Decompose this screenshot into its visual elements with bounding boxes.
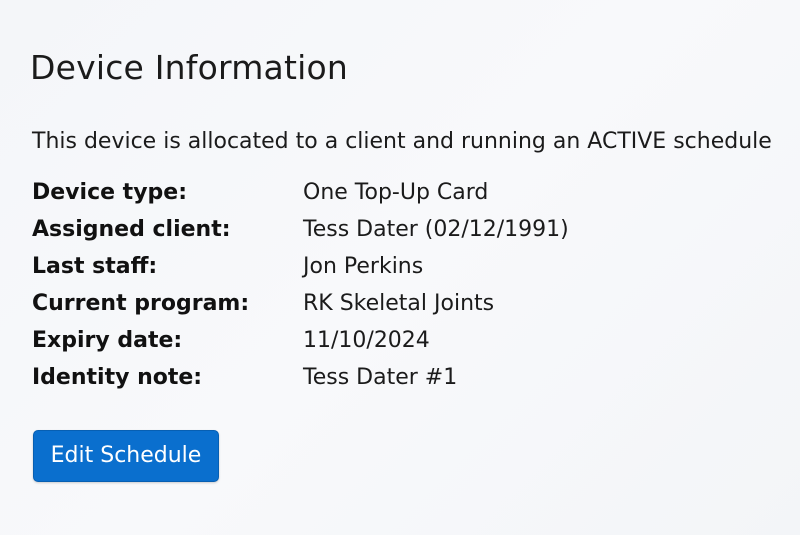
- detail-label: Identity note:: [32, 365, 203, 390]
- detail-value: RK Skeletal Joints: [303, 291, 495, 316]
- detail-row-device-type: Device type: One Top-Up Card: [32, 177, 569, 214]
- device-information-panel: Device Information This device is alloca…: [0, 0, 800, 535]
- detail-row-identity-note: Identity note: Tess Dater #1: [32, 362, 569, 399]
- detail-row-last-staff: Last staff: Jon Perkins: [32, 251, 569, 288]
- detail-value: Tess Dater (02/12/1991): [303, 217, 569, 242]
- detail-row-assigned-client: Assigned client: Tess Dater (02/12/1991): [32, 214, 569, 251]
- detail-value: Jon Perkins: [303, 254, 424, 279]
- detail-value: One Top-Up Card: [303, 180, 489, 205]
- detail-label: Last staff:: [32, 254, 158, 279]
- detail-label: Assigned client:: [32, 217, 231, 242]
- detail-label: Current program:: [32, 291, 250, 316]
- detail-label: Device type:: [32, 180, 188, 205]
- detail-row-current-program: Current program: RK Skeletal Joints: [32, 288, 569, 325]
- detail-value: Tess Dater #1: [303, 365, 458, 390]
- page-title: Device Information: [30, 48, 348, 87]
- device-status-text: This device is allocated to a client and…: [32, 129, 772, 154]
- detail-row-expiry-date: Expiry date: 11/10/2024: [32, 325, 569, 362]
- detail-label: Expiry date:: [32, 328, 183, 353]
- device-details-list: Device type: One Top-Up Card Assigned cl…: [32, 177, 569, 399]
- edit-schedule-button[interactable]: Edit Schedule: [33, 430, 219, 482]
- detail-value: 11/10/2024: [303, 328, 430, 353]
